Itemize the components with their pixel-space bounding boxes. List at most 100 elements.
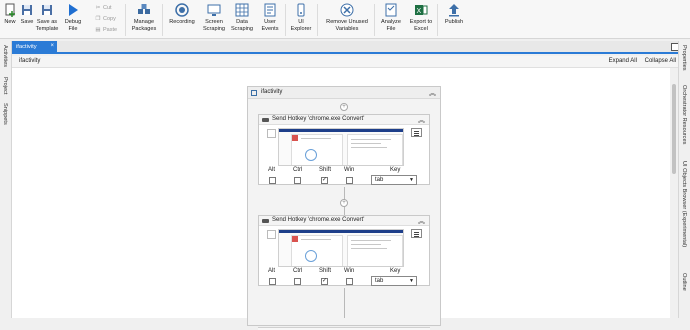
save-template-icon — [40, 3, 54, 17]
sequence-icon — [251, 90, 257, 96]
hamburger-menu-icon[interactable] — [411, 229, 422, 238]
key-select[interactable]: tab ▼ — [371, 175, 417, 185]
expand-collapse-controls: Expand All Collapse All — [603, 58, 676, 64]
ribbon-divider — [374, 4, 375, 36]
excel-icon: X — [414, 3, 428, 17]
alt-checkbox[interactable] — [269, 278, 276, 285]
shift-label: Shift — [319, 268, 332, 274]
collapse-chevron-icon[interactable]: ︽ — [418, 216, 425, 226]
ribbon-divider — [317, 4, 318, 36]
upload-icon — [447, 3, 461, 17]
shift-checkbox[interactable]: ✓ — [321, 177, 328, 184]
screen-icon — [207, 3, 221, 17]
ctrl-label: Ctrl — [293, 167, 303, 173]
breadcrumb: ifactivity Expand All Collapse All — [12, 56, 678, 68]
paste-button[interactable]: ▤ Paste — [95, 27, 117, 33]
screen-scraping-button[interactable]: Screen Scraping — [201, 3, 227, 32]
flow-connector — [344, 288, 345, 318]
expand-all-link[interactable]: Expand All — [609, 58, 637, 64]
indicate-element-icon[interactable] — [267, 129, 276, 138]
analyze-icon — [384, 3, 398, 17]
table-icon — [235, 3, 249, 17]
scrollbar-thumb[interactable] — [672, 84, 676, 174]
right-panel-rail: Properties Orchestrator Resources UI Obj… — [678, 41, 690, 318]
export-to-excel-button[interactable]: X Export to Excel — [409, 3, 433, 32]
sequence-container[interactable]: ifactivity ︽ + Send Hotkey 'chrome.exe C… — [247, 86, 441, 330]
dropdown-arrow-icon: ▼ — [409, 278, 414, 284]
ribbon-divider — [162, 4, 163, 36]
keyboard-icon — [262, 219, 269, 223]
copy-icon: ❐ — [95, 16, 101, 22]
save-button[interactable]: Save — [20, 3, 34, 26]
dropdown-arrow-icon: ▼ — [409, 177, 414, 183]
screenshot-thumbnail[interactable] — [278, 128, 404, 166]
ctrl-label: Ctrl — [293, 268, 303, 274]
collapse-all-link[interactable]: Collapse All — [645, 58, 676, 64]
hamburger-menu-icon[interactable] — [411, 128, 422, 137]
save-as-template-button[interactable]: Save as Template — [36, 3, 58, 32]
orchestrator-resources-panel-tab[interactable]: Orchestrator Resources — [681, 85, 687, 144]
send-hotkey-activity[interactable]: Send Hotkey 'chrome.exe Convert' ︽ Alt C… — [258, 114, 430, 185]
remove-icon — [340, 3, 354, 17]
vertical-scrollbar[interactable] — [670, 68, 678, 318]
add-activity-icon[interactable]: + — [340, 103, 348, 111]
new-file-icon — [3, 3, 17, 17]
ribbon-divider — [125, 4, 126, 36]
keyboard-icon — [262, 118, 269, 122]
properties-panel-tab[interactable]: Properties — [681, 45, 687, 71]
screenshot-thumbnail[interactable] — [278, 229, 404, 267]
key-label: Key — [390, 167, 401, 173]
ui-objects-browser-panel-tab[interactable]: UI Objects Browser (Experimental) — [681, 161, 687, 247]
ctrl-checkbox[interactable] — [294, 177, 301, 184]
user-events-icon — [263, 3, 277, 17]
publish-button[interactable]: Publish — [442, 3, 466, 26]
new-button[interactable]: New — [3, 3, 17, 26]
outline-panel-tab[interactable]: Outline — [681, 273, 687, 291]
debug-file-button[interactable]: Debug File — [62, 3, 84, 32]
ui-explorer-icon — [294, 3, 308, 17]
activities-panel-tab[interactable]: Activities — [2, 45, 8, 67]
project-panel-tab[interactable]: Project — [2, 77, 8, 94]
manage-packages-button[interactable]: Manage Packages — [131, 3, 157, 32]
document-tab-strip: ifactivity × — [12, 41, 681, 54]
win-checkbox[interactable] — [346, 177, 353, 184]
tab-ifactivity[interactable]: ifactivity × — [12, 41, 57, 54]
workflow-designer: ifactivity Expand All Collapse All ifact… — [12, 56, 678, 330]
user-events-button[interactable]: User Events — [258, 3, 282, 32]
indicate-element-icon[interactable] — [267, 230, 276, 239]
ribbon-toolbar: New Save Save as Template Debug File ✂ Cu… — [0, 0, 690, 39]
snippets-panel-tab[interactable]: Snippets — [2, 103, 8, 125]
ui-explorer-button[interactable]: UI Explorer — [290, 3, 312, 32]
analyze-file-button[interactable]: Analyze File — [380, 3, 402, 32]
activity-header[interactable]: Send Hotkey 'chrome.exe Convert' ︽ — [259, 216, 429, 226]
sequence-header[interactable]: ifactivity ︽ — [248, 87, 440, 99]
ribbon-divider — [437, 4, 438, 36]
alt-label: Alt — [268, 167, 276, 173]
alt-checkbox[interactable] — [269, 177, 276, 184]
copy-button[interactable]: ❐ Copy — [95, 16, 116, 22]
key-select[interactable]: tab ▼ — [371, 276, 417, 286]
collapse-chevron-icon[interactable]: ︽ — [418, 115, 425, 125]
alt-label: Alt — [268, 268, 276, 274]
collapse-chevron-icon[interactable]: ︽ — [429, 88, 436, 98]
win-label: Win — [344, 167, 355, 173]
record-icon — [175, 3, 189, 17]
cut-button[interactable]: ✂ Cut — [95, 5, 112, 11]
ctrl-checkbox[interactable] — [294, 278, 301, 285]
key-label: Key — [390, 268, 401, 274]
left-panel-rail: Activities Project Snippets — [0, 41, 12, 318]
add-activity-icon[interactable]: + — [340, 199, 348, 207]
data-scraping-button[interactable]: Data Scraping — [230, 3, 254, 32]
scissors-icon: ✂ — [95, 5, 101, 11]
activity-header[interactable]: Send Hotkey 'chrome.exe Convert' ︽ — [259, 115, 429, 125]
send-hotkey-activity[interactable]: Send Hotkey 'chrome.exe Convert' ︽ Alt C… — [258, 215, 430, 286]
close-tab-icon[interactable]: × — [50, 43, 54, 49]
recording-button[interactable]: Recording — [168, 3, 196, 26]
win-checkbox[interactable] — [346, 278, 353, 285]
shift-label: Shift — [319, 167, 332, 173]
shift-checkbox[interactable]: ✓ — [321, 278, 328, 285]
remove-unused-variables-button[interactable]: Remove Unused Variables — [323, 3, 371, 32]
paste-icon: ▤ — [95, 27, 101, 33]
win-label: Win — [344, 268, 355, 274]
svg-text:X: X — [417, 8, 422, 15]
